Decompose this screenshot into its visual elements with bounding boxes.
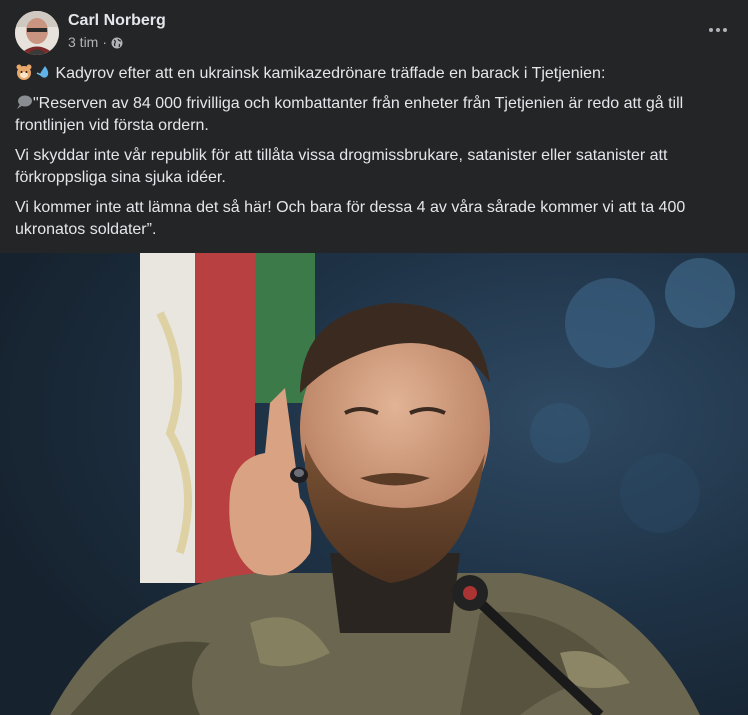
- post-timestamp[interactable]: 3 tim: [68, 34, 98, 50]
- meta-separator: ·: [102, 34, 108, 50]
- post-paragraph-quote3: Vi kommer inte att lämna det så här! Och…: [15, 199, 686, 238]
- hamster-icon: [15, 63, 33, 81]
- speech-bubble-icon: [15, 93, 33, 111]
- facebook-post: Carl Norberg 3 tim · Kadyrov efter att e…: [0, 0, 748, 715]
- post-photo[interactable]: [0, 253, 748, 715]
- post-header: Carl Norberg 3 tim ·: [0, 0, 748, 60]
- author-name[interactable]: Carl Norberg: [68, 12, 166, 30]
- photo-image: [0, 253, 748, 715]
- post-paragraph-intro: Kadyrov efter att en ukrainsk kamikazedr…: [15, 63, 735, 85]
- post-paragraph-quote1: "Reserven av 84 000 frivilliga och komba…: [15, 93, 735, 137]
- post-paragraph-quote2: Vi skyddar inte vår republik för att til…: [15, 147, 668, 186]
- intro-text: Kadyrov efter att en ukrainsk kamikazedr…: [55, 65, 606, 82]
- post-meta: 3 tim ·: [68, 34, 123, 50]
- globe-icon[interactable]: [111, 36, 123, 49]
- quote1-text: "Reserven av 84 000 frivilliga och komba…: [15, 95, 684, 134]
- author-avatar[interactable]: [15, 11, 59, 55]
- avatar-image: [15, 11, 59, 55]
- droplet-icon: [33, 63, 51, 81]
- post-text: Kadyrov efter att en ukrainsk kamikazedr…: [15, 63, 735, 249]
- more-options-icon[interactable]: [704, 18, 732, 42]
